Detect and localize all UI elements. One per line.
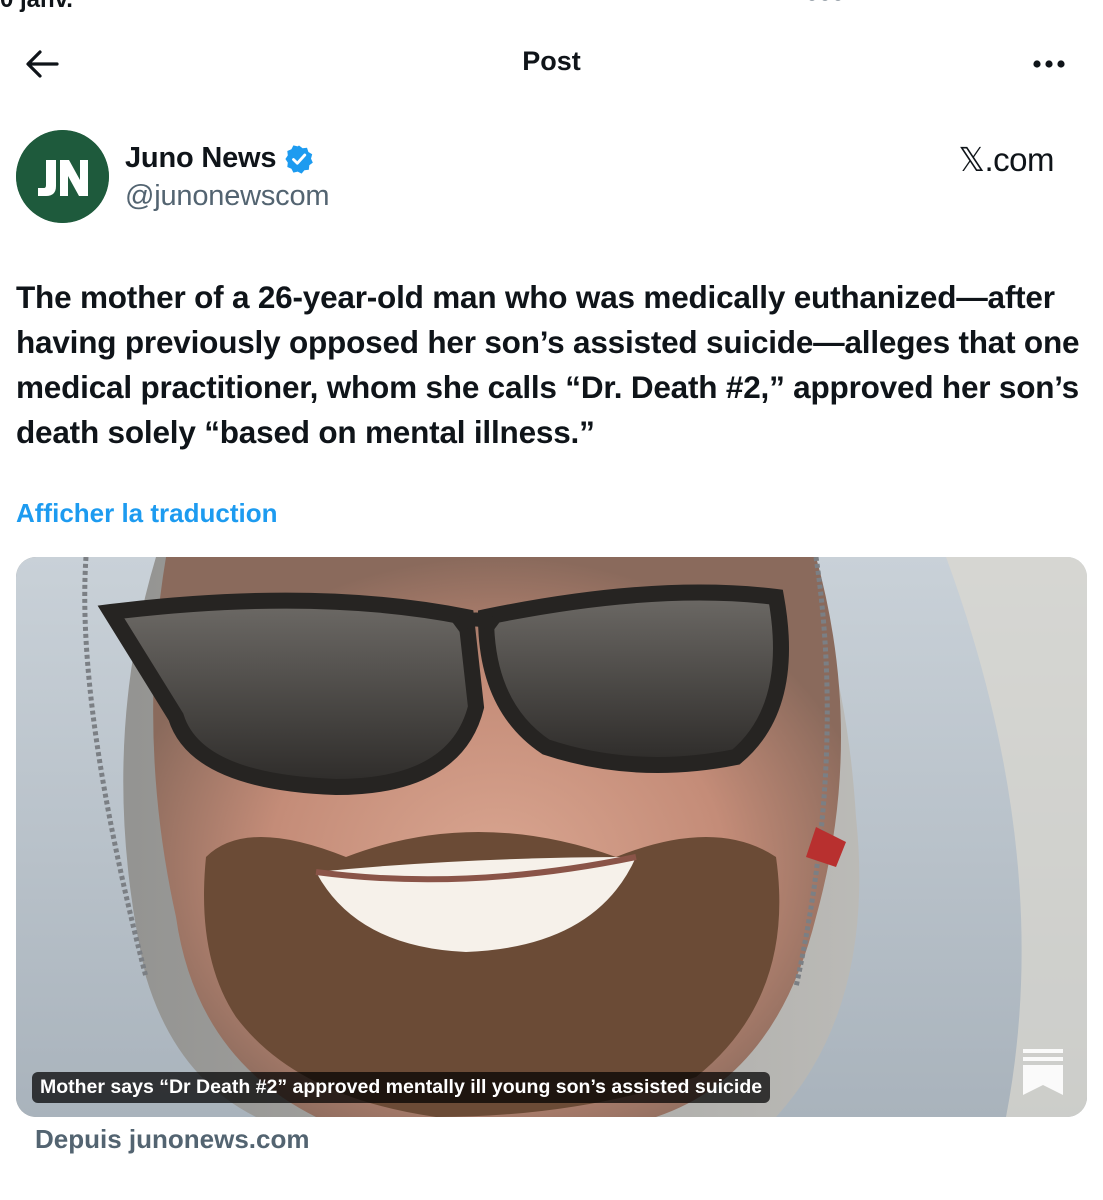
more-options-button[interactable] bbox=[1022, 42, 1076, 86]
avatar[interactable] bbox=[16, 130, 109, 223]
link-card[interactable]: Mother says “Dr Death #2” approved menta… bbox=[16, 557, 1087, 1117]
juno-news-logo-icon bbox=[16, 130, 109, 223]
card-caption: Mother says “Dr Death #2” approved menta… bbox=[32, 1072, 771, 1103]
verified-badge-icon bbox=[285, 144, 314, 174]
source-badge: 𝕏.com bbox=[958, 141, 1054, 178]
card-source-link[interactable]: Depuis junonews.com bbox=[35, 1124, 310, 1155]
card-photo bbox=[16, 557, 1087, 1117]
show-translation-link[interactable]: Afficher la traduction bbox=[16, 498, 277, 529]
dots-icon bbox=[809, 0, 841, 1]
status-date-fragment: 0 janv. bbox=[0, 0, 73, 14]
bookmark-icon[interactable] bbox=[1020, 1047, 1066, 1097]
page-title: Post bbox=[522, 46, 581, 76]
post-text: The mother of a 26-year-old man who was … bbox=[16, 279, 1080, 450]
author-name[interactable]: Juno News bbox=[125, 142, 276, 175]
more-horizontal-icon bbox=[1033, 60, 1065, 68]
post-author-row: Juno News @junonewscom 𝕏.com bbox=[16, 130, 1086, 226]
top-nav-bar: Post bbox=[0, 30, 1103, 96]
author-handle[interactable]: @junonewscom bbox=[125, 180, 330, 213]
